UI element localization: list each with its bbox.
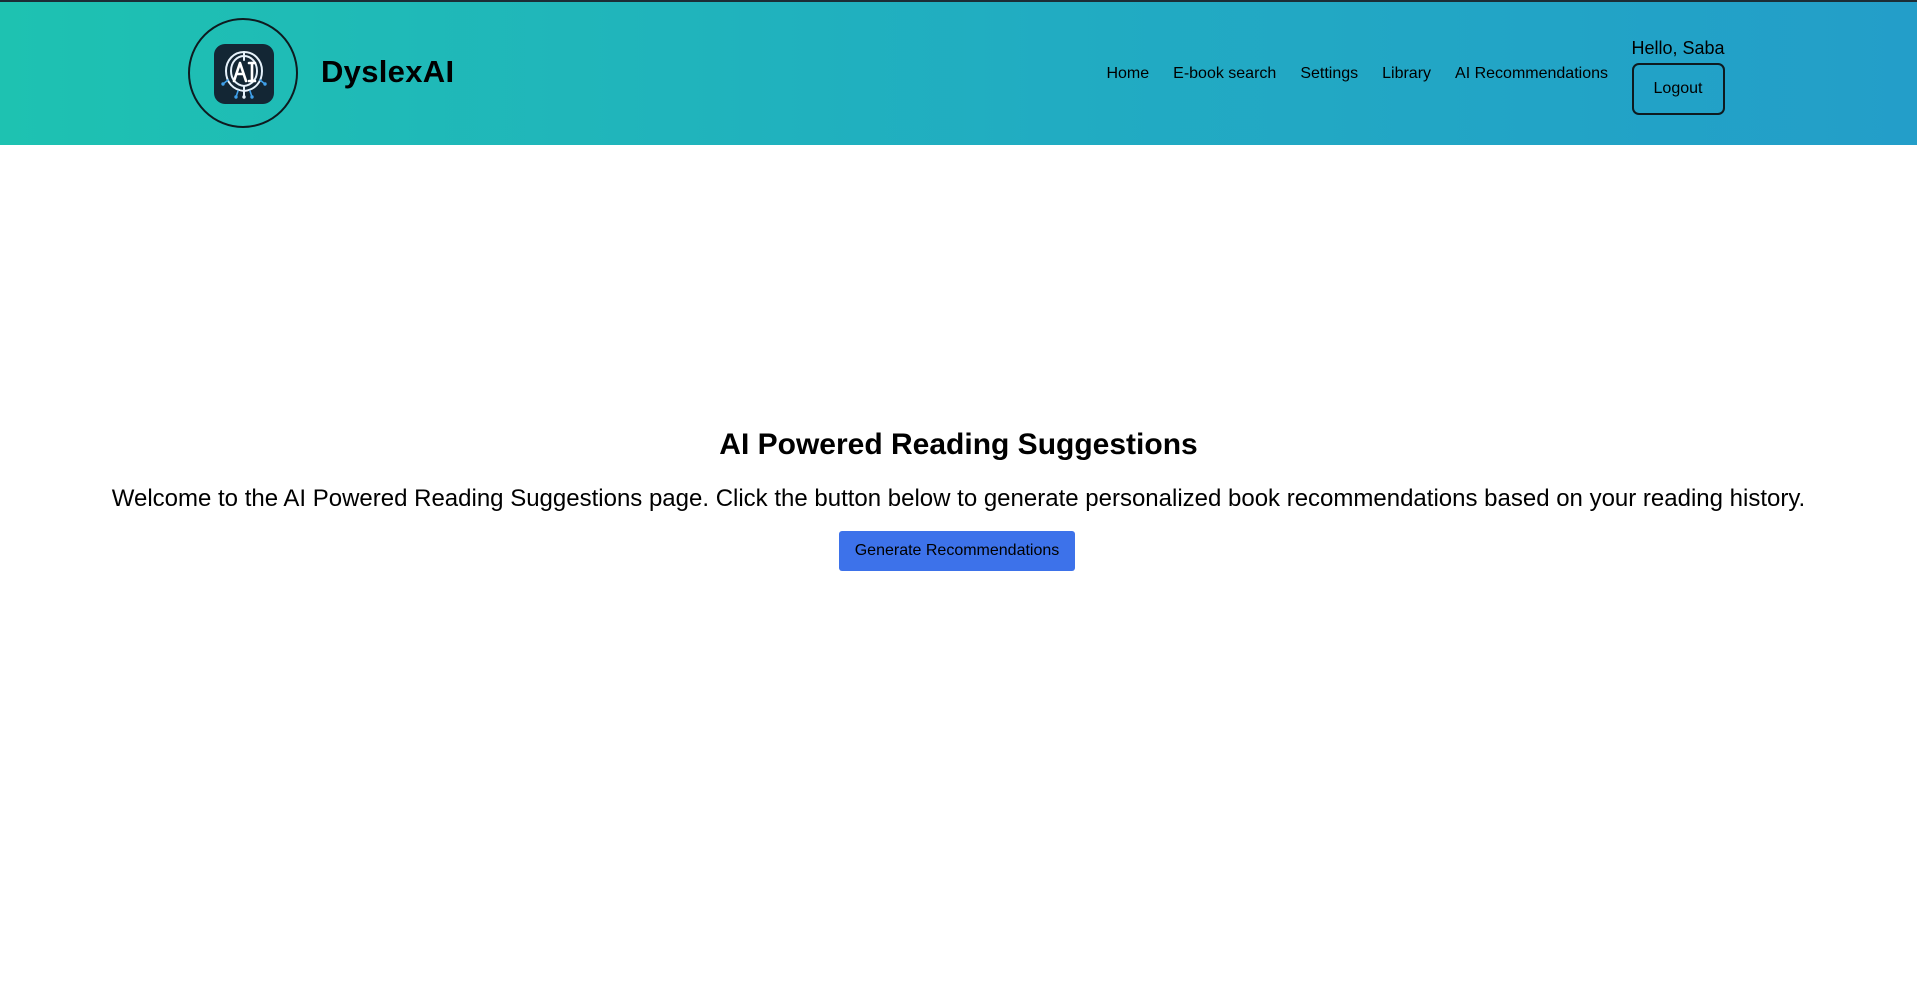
main-nav: Home E-book search Settings Library AI R… xyxy=(1106,62,1608,86)
brand-name: DyslexAI xyxy=(321,54,455,89)
nav-home[interactable]: Home xyxy=(1106,62,1149,86)
generate-recommendations-button[interactable]: Generate Recommendations xyxy=(839,531,1075,571)
nav-ai-recommendations[interactable]: AI Recommendations xyxy=(1455,62,1608,86)
user-greeting: Hello, Saba xyxy=(1631,38,1725,58)
logout-button[interactable]: Logout xyxy=(1631,63,1725,115)
nav-ebook-search[interactable]: E-book search xyxy=(1173,62,1276,86)
nav-library[interactable]: Library xyxy=(1382,62,1431,86)
nav-settings[interactable]: Settings xyxy=(1300,62,1358,86)
user-box: Hello, Saba Logout xyxy=(1631,36,1725,115)
ai-brain-circuit-icon xyxy=(214,44,274,104)
main-content: AI Powered Reading Suggestions Welcome t… xyxy=(0,145,1917,1001)
logo[interactable] xyxy=(188,18,298,128)
page-title: AI Powered Reading Suggestions xyxy=(719,428,1198,461)
app-header: DyslexAI Home E-book search Settings Lib… xyxy=(0,0,1917,145)
page-intro: Welcome to the AI Powered Reading Sugges… xyxy=(111,485,1806,512)
